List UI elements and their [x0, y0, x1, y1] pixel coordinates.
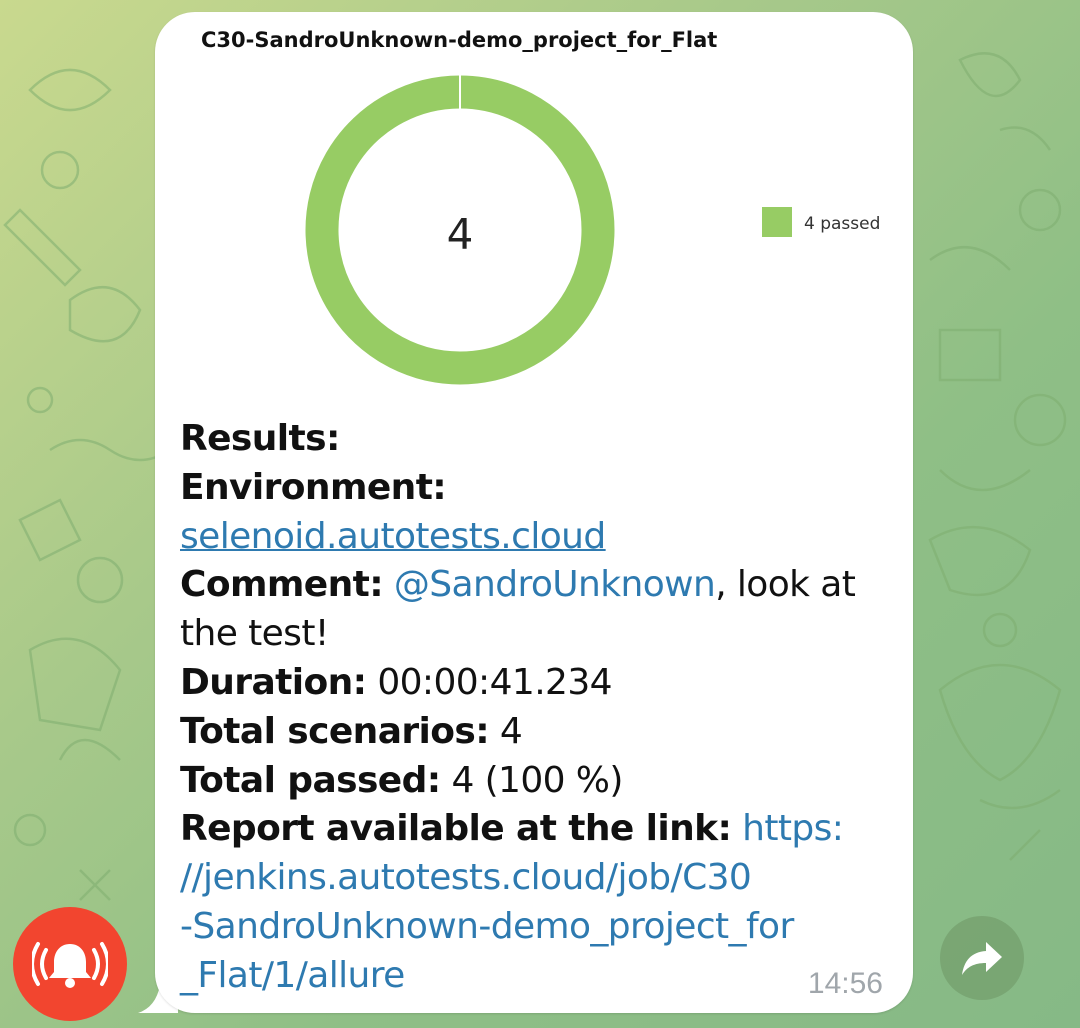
report-link-line-3: -SandroUnknown-demo_project_for — [180, 903, 890, 952]
legend-label-passed: 4 passed — [804, 214, 880, 234]
report-link-part-3[interactable]: -SandroUnknown-demo_project_for — [180, 906, 794, 947]
environment-label: Environment: — [180, 466, 447, 508]
report-label: Report available at the link: — [180, 808, 732, 850]
message-time: 14:56 — [807, 967, 883, 1000]
duration-value: 00:00:41.234 — [377, 661, 612, 703]
environment-line: Environment: — [180, 464, 890, 513]
bell-alert-icon — [32, 942, 108, 988]
message-text: Results: Environment: selenoid.autotests… — [180, 415, 890, 1001]
passed-label: Total passed: — [180, 759, 441, 801]
donut-chart[interactable]: 4 4 passed — [155, 12, 913, 392]
report-line: Report available at the link: https: — [180, 805, 890, 854]
environment-link-line: selenoid.autotests.cloud — [180, 513, 890, 562]
report-link-part-1[interactable]: https: — [742, 808, 844, 849]
message-bubble[interactable]: C30-SandroUnknown-demo_project_for_Flat … — [155, 12, 913, 1013]
comment-line-2: the test! — [180, 610, 890, 659]
results-label: Results: — [180, 418, 340, 459]
comment-label: Comment: — [180, 564, 384, 606]
duration-line: Duration: 00:00:41.234 — [180, 659, 890, 708]
report-link-line-2: //jenkins.autotests.cloud/job/C30 — [180, 854, 890, 903]
share-arrow-icon — [962, 942, 1002, 975]
duration-label: Duration: — [180, 661, 367, 703]
alert-button[interactable] — [13, 907, 127, 1021]
scenarios-value: 4 — [499, 710, 523, 752]
legend-swatch-passed — [762, 207, 792, 237]
comment-text-1: , look at — [715, 564, 856, 606]
results-line: Results: — [180, 415, 890, 464]
passed-value: 4 (100 %) — [451, 759, 623, 801]
share-button[interactable] — [940, 916, 1024, 1000]
passed-line: Total passed: 4 (100 %) — [180, 757, 890, 806]
donut-center-value: 4 — [447, 210, 474, 259]
report-link-part-4[interactable]: _Flat/1/allure — [180, 955, 405, 996]
comment-text-2: the test! — [180, 613, 329, 655]
environment-link[interactable]: selenoid.autotests.cloud — [180, 516, 606, 557]
scenarios-line: Total scenarios: 4 — [180, 708, 890, 757]
comment-line: Comment: @SandroUnknown, look at — [180, 561, 890, 610]
scenarios-label: Total scenarios: — [180, 710, 490, 752]
report-link-line-4: _Flat/1/allure — [180, 952, 890, 1001]
report-link-part-2[interactable]: //jenkins.autotests.cloud/job/C30 — [180, 857, 752, 898]
comment-mention-link[interactable]: @SandroUnknown — [394, 564, 716, 605]
